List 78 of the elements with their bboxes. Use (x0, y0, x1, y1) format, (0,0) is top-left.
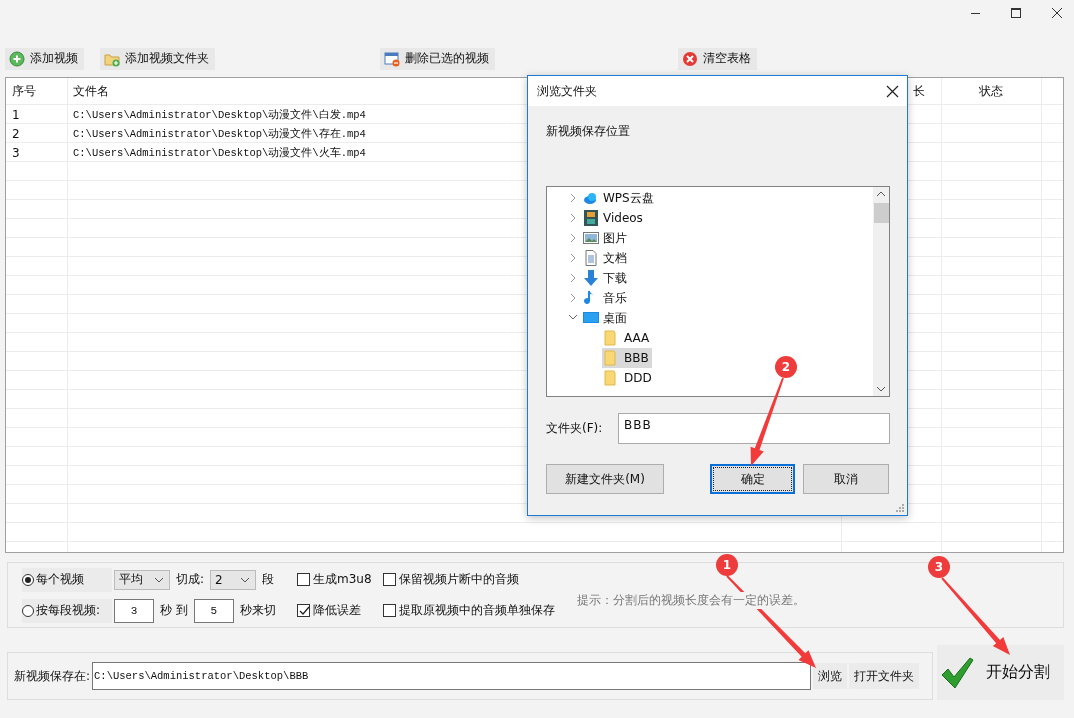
checkbox[interactable] (383, 604, 396, 617)
cloud-icon (583, 190, 599, 206)
dropdown[interactable]: 2 (210, 569, 257, 590)
down-arrow-icon (583, 270, 599, 286)
plus-circle-icon (9, 50, 25, 67)
button[interactable]: 打开文件夹 (849, 663, 920, 689)
text-label: 秒 到 (160, 602, 188, 619)
dropdown[interactable]: 平均 (114, 569, 170, 590)
number-field[interactable]: 5 (193, 598, 234, 623)
column-header: 长 (913, 82, 925, 100)
column-header: 文件名 (73, 82, 109, 100)
path-field[interactable]: C:\Users\Administrator\Desktop\BBB (92, 662, 812, 690)
clear-icon (682, 50, 698, 67)
minimize-icon (971, 13, 980, 14)
toolbar-button[interactable]: 添加视频 (5, 47, 84, 70)
number-field[interactable]: 3 (114, 598, 154, 623)
table-cell: C:\Users\Administrator\Desktop\动漫文件\火车.mp4 (73, 145, 366, 160)
text-label: 段 (262, 571, 275, 588)
tree-item[interactable]: 下载 (581, 268, 630, 288)
close-icon (886, 84, 899, 98)
dialog-button[interactable]: 取消 (803, 464, 889, 494)
checkbox-label: 保留视频片断中的音频 (399, 571, 519, 588)
toolbar-button[interactable]: 清空表格 (678, 47, 757, 70)
column-header: 序号 (12, 82, 36, 100)
button[interactable]: 浏览 (813, 663, 848, 689)
radio-label: 按每段视频: (36, 602, 101, 619)
maximize-icon (1009, 6, 1023, 20)
toolbar-button[interactable]: 添加视频文件夹 (100, 47, 215, 70)
radio-button[interactable] (22, 604, 34, 617)
text-label: 切成: (176, 571, 205, 588)
window-minus-icon (384, 50, 400, 67)
table-cell: C:\Users\Administrator\Desktop\动漫文件\存在.mp4 (73, 126, 366, 141)
scroll-down-icon (876, 386, 886, 392)
toolbar-button[interactable]: 删除已选的视频 (380, 47, 495, 70)
dialog-title: 浏览文件夹 (537, 82, 597, 100)
monitor-icon (583, 310, 599, 326)
tree-item[interactable]: DDD (602, 368, 655, 388)
radio-label: 每个视频 (36, 571, 84, 588)
checkbox[interactable] (383, 573, 396, 586)
checkbox-label: 提取原视频中的音频单独保存 (399, 602, 555, 619)
step-badge: 1 (716, 554, 738, 576)
step-badge: 3 (928, 556, 950, 578)
close-icon (1050, 6, 1064, 20)
table-cell: 2 (12, 126, 20, 141)
tree-item[interactable]: BBB (602, 348, 652, 368)
tree-item[interactable]: WPS云盘 (581, 188, 657, 208)
chevron-down-icon (240, 576, 251, 583)
scroll-up-icon (876, 191, 886, 197)
field-label: 新视频保存在: (14, 667, 91, 685)
dialog-button[interactable]: 确定 (710, 464, 795, 494)
column-header: 状态 (979, 82, 1003, 100)
start-button[interactable]: 开始分割 (937, 645, 1064, 700)
tree-item[interactable]: 图片 (581, 228, 630, 248)
text-label: 秒来切 (239, 602, 276, 619)
scrollbar[interactable] (873, 187, 889, 396)
table-cell: C:\Users\Administrator\Desktop\动漫文件\白发.mp4 (73, 107, 366, 122)
folder-field[interactable]: BBB (618, 413, 890, 444)
dialog-button[interactable]: 新建文件夹(M) (546, 464, 664, 494)
document-icon (583, 250, 599, 266)
checkbox-label: 生成m3u8 (313, 571, 372, 588)
scroll-thumb[interactable] (873, 203, 889, 223)
tree-item[interactable]: Videos (581, 208, 646, 228)
prompt-text: 新视频保存位置 (546, 123, 631, 140)
radio-button[interactable] (22, 573, 34, 586)
field-label: 文件夹(F): (546, 420, 604, 437)
film-icon (583, 210, 599, 226)
chevron-down-icon (154, 576, 164, 583)
image-icon (583, 230, 599, 246)
checkbox-label: 降低误差 (313, 602, 361, 619)
table-cell: 1 (12, 107, 20, 122)
tree-item[interactable]: 音乐 (581, 288, 630, 308)
tree-item[interactable]: 文档 (581, 248, 630, 268)
checkbox[interactable] (297, 573, 310, 586)
table-cell: 3 (12, 145, 20, 160)
tree-item[interactable]: AAA (602, 328, 653, 348)
checkbox[interactable] (297, 604, 310, 617)
resize-grip-icon (895, 503, 905, 513)
tree-item[interactable]: 桌面 (581, 308, 630, 328)
